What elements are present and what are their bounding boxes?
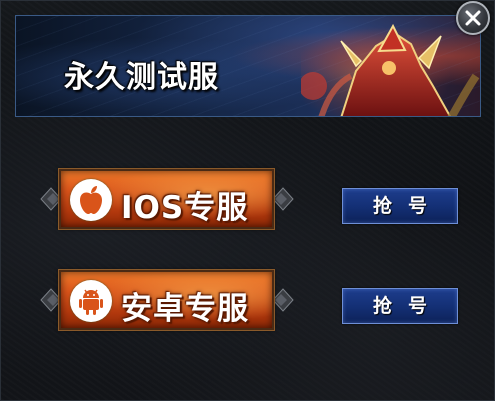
android-icon: [79, 289, 103, 315]
ornament-left-icon: [40, 187, 61, 211]
ios-icon-badge: [70, 179, 112, 221]
ios-server-label: IOS专服: [121, 190, 249, 226]
close-button[interactable]: [456, 1, 490, 35]
ornament-left-icon: [40, 288, 61, 312]
android-grab-account-button[interactable]: 抢号: [342, 288, 458, 324]
banner: 永久测试服: [15, 15, 481, 117]
server-select-dialog: 永久测试服 IOS专服 抢号 安卓专服 抢号: [0, 0, 495, 401]
ios-grab-account-button[interactable]: 抢号: [342, 188, 458, 224]
android-icon-badge: [70, 280, 112, 322]
ornament-right-icon: [273, 288, 294, 312]
android-server-button[interactable]: 安卓专服: [58, 269, 275, 331]
android-server-row: 安卓专服: [39, 265, 294, 335]
apple-icon: [80, 186, 102, 214]
banner-title: 永久测试服: [64, 60, 219, 95]
ornament-right-icon: [273, 187, 294, 211]
android-server-label: 安卓专服: [121, 291, 249, 327]
ios-server-button[interactable]: IOS专服: [58, 168, 275, 230]
ios-server-row: IOS专服: [39, 164, 294, 234]
close-icon: [465, 10, 481, 26]
hero-armored-character-image: [301, 23, 480, 116]
